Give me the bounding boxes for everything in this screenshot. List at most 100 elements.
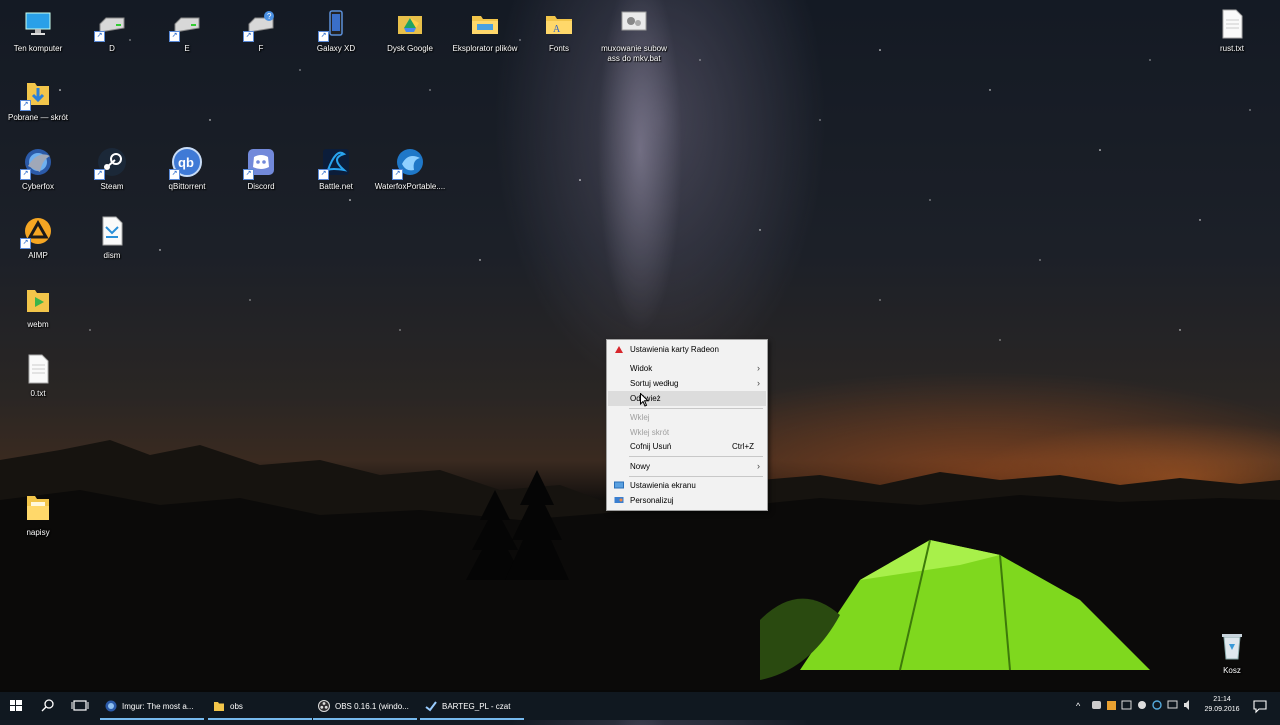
desktop-icon-rust-txt[interactable]: rust.txt <box>1196 8 1268 54</box>
menu-item-label: Personalizuj <box>630 496 674 505</box>
drive-icon: ↗ <box>94 8 128 42</box>
taskbar-app-obs-folder[interactable]: obs <box>208 692 312 720</box>
menu-item-label: Ustawienia karty Radeon <box>630 345 719 354</box>
desktop-icon-f[interactable]: ? ↗ F <box>225 8 297 54</box>
video-folder-icon <box>22 284 54 316</box>
notification-icon <box>1253 700 1267 714</box>
icon-label: Discord <box>247 182 275 191</box>
menu-item-personalizuj[interactable]: Personalizuj <box>608 493 766 508</box>
aimp-icon: ↗ <box>20 215 54 249</box>
text-file-icon <box>22 353 54 385</box>
desktop-icon-cyberfox[interactable]: ↗ Cyberfox <box>2 146 74 192</box>
menu-item-label: Sortuj według <box>630 379 679 388</box>
qbittorrent-icon: qb ↗ <box>169 146 203 180</box>
desktop-icon-d[interactable]: ↗ D <box>76 8 148 54</box>
discord-tray-icon[interactable] <box>1092 701 1101 709</box>
script-file-icon <box>96 215 128 247</box>
app-tray-icon-2[interactable] <box>1121 700 1132 710</box>
desktop-icon-waterfox[interactable]: ↗ WaterfoxPortable.... <box>374 146 446 192</box>
desktop-icon-fonts[interactable]: A Fonts <box>523 8 595 54</box>
chevron-up-icon[interactable]: ^ <box>1076 701 1081 711</box>
icon-label: Dysk Google <box>387 44 433 53</box>
desktop-icon-battlenet[interactable]: ↗ Battle.net <box>300 146 372 192</box>
icon-label: WaterfoxPortable.... <box>374 182 446 191</box>
desktop-icon-dism[interactable]: dism <box>76 215 148 261</box>
drive-icon: ? ↗ <box>243 8 277 42</box>
desktop-icon-e[interactable]: ↗ E <box>151 8 223 54</box>
action-center-button[interactable] <box>1248 692 1272 720</box>
svg-text:qb: qb <box>178 155 194 170</box>
desktop-icon-muxowanie-bat[interactable]: muxowanie subow ass do mkv.bat <box>598 8 670 64</box>
menu-item-label: Widok <box>630 364 653 373</box>
battlenet-icon: ↗ <box>318 146 352 180</box>
icon-label: D <box>109 44 115 53</box>
search-button[interactable] <box>32 692 64 720</box>
desktop-context-menu: Ustawienia karty Radeon Widok › Sortuj w… <box>606 339 768 511</box>
clock-time: 21:14 <box>1213 696 1231 703</box>
svg-text:A: A <box>553 24 561 35</box>
menu-item-widok[interactable]: Widok › <box>608 361 766 376</box>
menu-item-nowy[interactable]: Nowy › <box>608 459 766 474</box>
taskbar-app-imgur[interactable]: Imgur: The most a... <box>100 692 204 720</box>
personalize-icon <box>614 496 624 505</box>
mouse-cursor <box>640 393 649 407</box>
taskbar-app-steam-chat[interactable]: BARTEG_PL - czat <box>420 692 524 720</box>
desktop-icon-pobrane-skrot[interactable]: ↗ Pobrane — skrót <box>2 77 74 123</box>
chevron-right-icon: › <box>757 363 760 373</box>
icon-label: 0.txt <box>30 389 46 398</box>
menu-item-radeon-settings[interactable]: Ustawienia karty Radeon <box>608 342 766 357</box>
taskbar-app-label: Imgur: The most a... <box>122 702 194 711</box>
folder-icon: A <box>543 8 575 40</box>
menu-item-wklej-skrot[interactable]: Wklej skrót <box>608 425 766 440</box>
icon-label: rust.txt <box>1219 44 1244 53</box>
menu-separator <box>629 408 763 409</box>
steam-tray-icon[interactable] <box>1138 701 1146 709</box>
menu-separator <box>629 456 763 457</box>
desktop-icon-ten-komputer[interactable]: Ten komputer <box>2 8 74 54</box>
taskbar-clock[interactable]: 21:14 29.09.2016 <box>1198 695 1246 715</box>
taskbar-app-obs[interactable]: OBS 0.16.1 (windo... <box>313 692 417 720</box>
taskbar-app-label: OBS 0.16.1 (windo... <box>335 702 409 711</box>
app-tray-icon[interactable] <box>1107 701 1116 710</box>
folder-icon <box>469 8 501 40</box>
desktop-icon-discord[interactable]: ↗ Discord <box>225 146 297 192</box>
taskbar-app-label: obs <box>230 702 243 711</box>
desktop-icon-webm[interactable]: webm <box>2 284 74 330</box>
desktop-icon-galaxy-xd[interactable]: ↗ Galaxy XD <box>300 8 372 54</box>
menu-item-ustawienia-ekranu[interactable]: Ustawienia ekranu <box>608 478 766 493</box>
start-button[interactable] <box>0 692 32 720</box>
desktop-icon-aimp[interactable]: ↗ AIMP <box>2 215 74 261</box>
icon-label: qBittorrent <box>168 182 206 191</box>
volume-icon[interactable] <box>1184 700 1189 710</box>
text-file-icon <box>1216 8 1248 40</box>
monitor-icon <box>22 8 54 40</box>
menu-item-odswiez[interactable]: Odśwież <box>608 391 766 406</box>
app-tray-icon-3[interactable] <box>1152 700 1162 710</box>
google-drive-icon <box>394 8 426 40</box>
browser-icon <box>105 700 117 712</box>
desktop-icon-0-txt[interactable]: 0.txt <box>2 353 74 399</box>
desktop-icon-steam[interactable]: ↗ Steam <box>76 146 148 192</box>
icon-label: dism <box>103 251 121 260</box>
display-settings-icon <box>614 481 624 490</box>
menu-item-sortuj-wedlug[interactable]: Sortuj według › <box>608 376 766 391</box>
desktop-icon-kosz[interactable]: Kosz <box>1196 630 1268 676</box>
waterfox-icon: ↗ <box>392 146 426 180</box>
folder-icon <box>22 492 54 524</box>
radeon-icon <box>614 345 624 354</box>
steam-icon: ↗ <box>94 146 128 180</box>
desktop-icon-qbittorrent[interactable]: qb ↗ qBittorrent <box>151 146 223 192</box>
task-view-button[interactable] <box>64 692 96 720</box>
desktop-icon-napisy[interactable]: napisy <box>2 492 74 538</box>
menu-item-cofnij-usun[interactable]: Cofnij Usuń Ctrl+Z <box>608 439 766 454</box>
desktop-icon-dysk-google[interactable]: Dysk Google <box>374 8 446 54</box>
menu-item-wklej[interactable]: Wklej <box>608 410 766 425</box>
obs-icon <box>318 700 330 712</box>
svg-text:?: ? <box>267 12 272 21</box>
menu-item-label: Cofnij Usuń <box>630 442 672 451</box>
network-icon[interactable] <box>1167 700 1178 709</box>
icon-label: muxowanie subow ass do mkv.bat <box>601 44 667 63</box>
icon-label: Galaxy XD <box>316 44 356 53</box>
icon-label: webm <box>27 320 49 329</box>
desktop-icon-eksplorator-plikow[interactable]: Eksplorator plików <box>449 8 521 54</box>
